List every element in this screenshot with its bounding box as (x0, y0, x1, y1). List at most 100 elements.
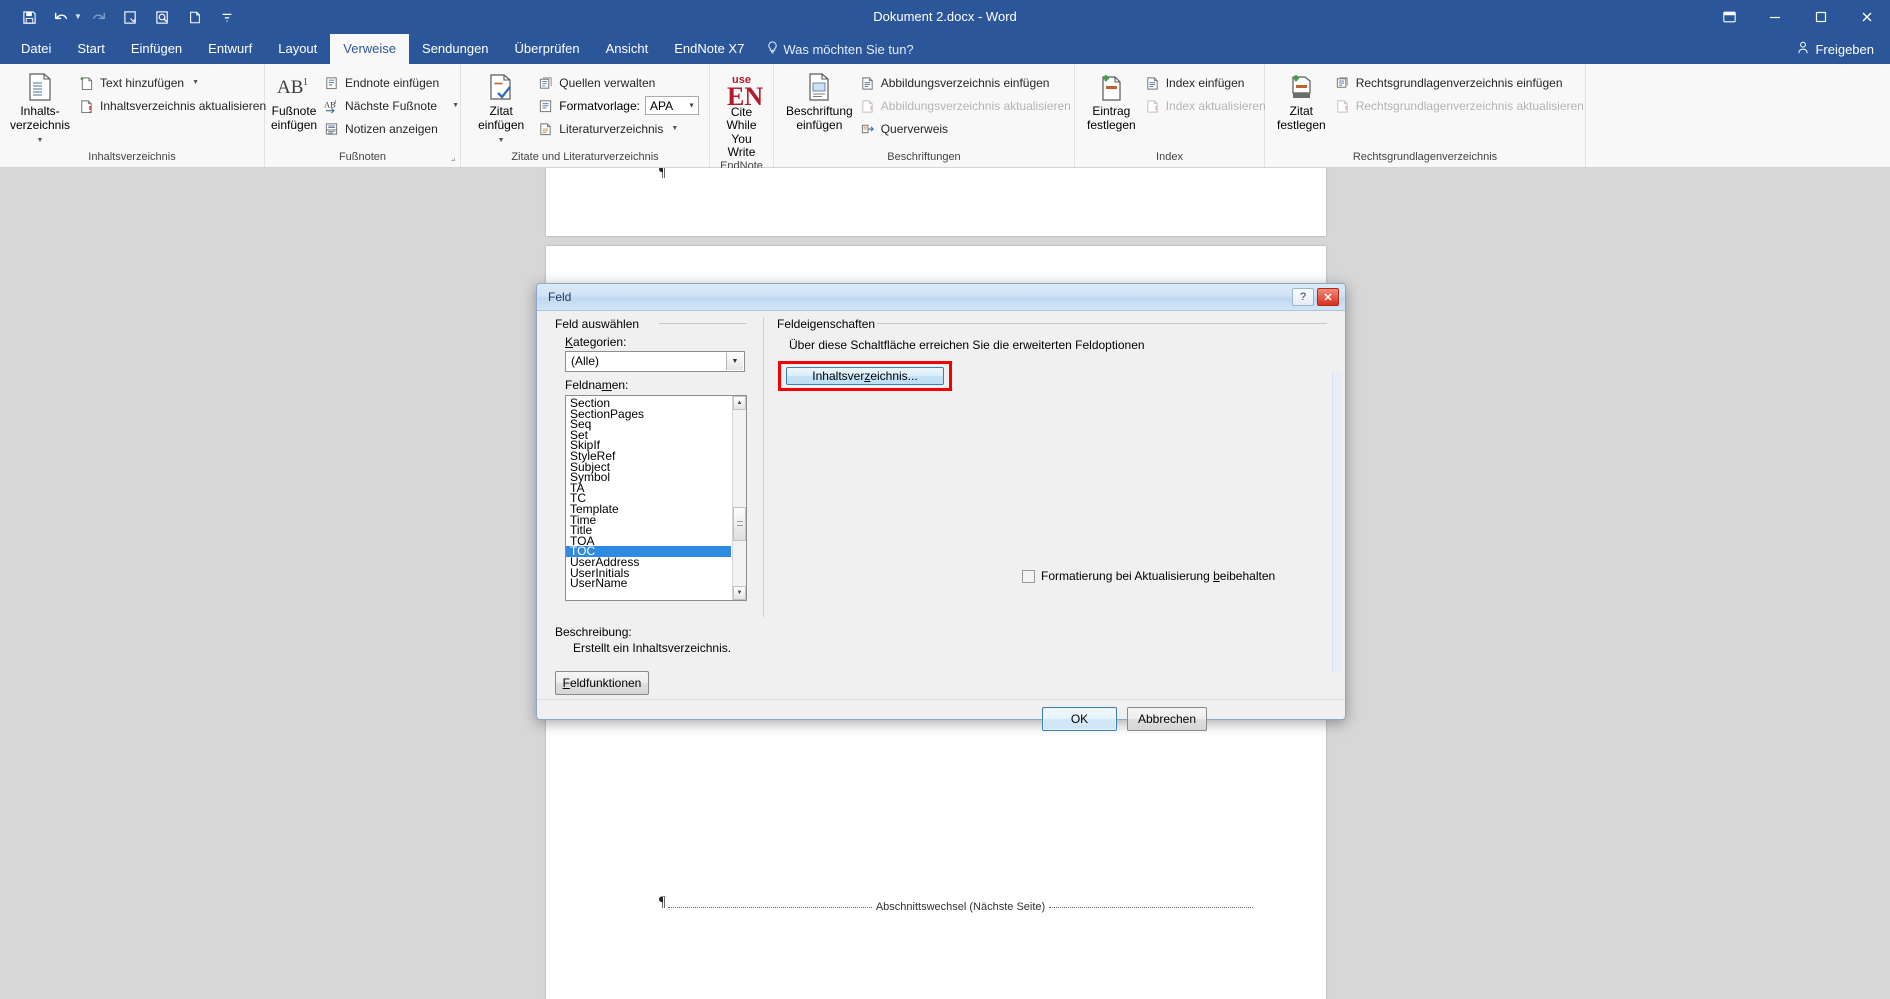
add-text-label: Text hinzufügen (100, 75, 185, 90)
bibliography-caret-icon[interactable]: ▼ (671, 125, 678, 132)
add-text-caret-icon[interactable]: ▼ (192, 79, 199, 86)
show-notes-icon (323, 120, 340, 137)
group-label-index: Index (1156, 151, 1183, 163)
feld-dialog[interactable]: Feld ? ✕ Feld auswählen Kategorien: (All… (536, 283, 1346, 731)
ok-button[interactable]: OK (1042, 707, 1117, 731)
quick-access-toolbar: ▼ (0, 4, 242, 30)
group-label-rechtsgrundlagen: Rechtsgrundlagenverzeichnis (1352, 151, 1498, 163)
tab-ansicht[interactable]: Ansicht (593, 34, 662, 64)
insert-table-of-figures-button[interactable]: Abbildungsverzeichnis einfügen (855, 71, 1075, 94)
insert-caption-button[interactable]: Beschriftung einfügen (786, 68, 853, 132)
insert-footnote-button[interactable]: AB 1 Fußnote einfügen (271, 68, 317, 132)
minimize-button[interactable] (1752, 0, 1798, 34)
cancel-label: Abbrechen (1137, 712, 1197, 726)
dialog-help-button[interactable]: ? (1292, 288, 1314, 306)
window-controls (1706, 0, 1890, 34)
undo-icon[interactable] (46, 4, 76, 30)
dialog-title-bar[interactable]: Feld ? ✕ (537, 284, 1345, 311)
tab-endnote-x7[interactable]: EndNote X7 (661, 34, 757, 64)
tab-einfuegen[interactable]: Einfügen (118, 34, 195, 64)
bibliography-icon (537, 120, 554, 137)
insert-endnote-label: Endnote einfügen (345, 75, 440, 90)
list-item[interactable]: TA (566, 482, 731, 494)
insert-footnote-label-1: Fußnote (271, 104, 317, 118)
style-combobox[interactable]: APA ▼ (645, 96, 699, 115)
style-row: Formatvorlage: APA ▼ (533, 94, 703, 117)
fieldnames-scrollbar[interactable]: ▲ ▼ (732, 396, 746, 600)
new-document-icon[interactable] (180, 4, 210, 30)
scroll-thumb[interactable] (733, 506, 746, 541)
caption-small-commands: Abbildungsverzeichnis einfügen Abbildung… (855, 68, 1075, 140)
insert-index-button[interactable]: Index einfügen (1140, 71, 1270, 94)
mark-citation-button[interactable]: Zitat festlegen (1277, 68, 1326, 132)
next-footnote-caret-icon[interactable]: ▼ (452, 102, 459, 109)
cite-while-you-write-button[interactable]: use EN Cite While You Write (716, 68, 767, 159)
next-footnote-button[interactable]: AB 1 Nächste Fußnote ▼ (319, 94, 463, 117)
insert-caption-label-2: einfügen (796, 118, 843, 132)
insert-table-of-authorities-button[interactable]: Rechtsgrundlagenverzeichnis einfügen (1330, 71, 1588, 94)
update-toc-button[interactable]: Inhaltsverzeichnis aktualisieren (74, 94, 270, 117)
bibliography-button[interactable]: Literaturverzeichnis ▼ (533, 117, 703, 140)
dialog-close-button[interactable]: ✕ (1317, 288, 1339, 306)
tab-entwurf[interactable]: Entwurf (195, 34, 265, 64)
style-icon (537, 97, 554, 114)
person-icon (1797, 41, 1809, 57)
fussnoten-dialog-launcher-icon[interactable]: ⟓ (451, 151, 455, 166)
field-codes-button[interactable]: Feldfunktionen (555, 671, 649, 695)
list-item[interactable]: Seq (566, 418, 731, 430)
toc-button[interactable]: Inhalts- verzeichnis ▼ (10, 68, 70, 147)
preserve-formatting-row[interactable]: Formatierung bei Aktualisierung beibehal… (1022, 569, 1275, 583)
section-break: Abschnittswechsel (Nächste Seite) (668, 901, 1254, 913)
style-value: APA (650, 98, 674, 113)
list-item[interactable]: Symbol (566, 471, 731, 483)
tab-datei[interactable]: Datei (8, 34, 64, 64)
left-group-header: Feld auswählen (555, 317, 640, 331)
redo-icon[interactable] (84, 4, 114, 30)
document-page-1[interactable]: ¶ (546, 168, 1326, 236)
categories-chevron-down-icon[interactable]: ▼ (726, 353, 743, 370)
print-preview-zoom-icon[interactable] (148, 4, 178, 30)
list-item[interactable]: UserName (566, 577, 731, 589)
show-notes-button[interactable]: Notizen anzeigen (319, 117, 463, 140)
add-text-button[interactable]: Text hinzufügen ▼ (74, 71, 270, 94)
tab-verweise[interactable]: Verweise (330, 34, 410, 64)
share-label: Freigeben (1815, 41, 1874, 57)
customize-qat-icon[interactable] (212, 4, 242, 30)
footnote-ab-icon: AB 1 (274, 70, 314, 104)
save-icon[interactable] (14, 4, 44, 30)
fieldnames-listbox[interactable]: Section SectionPages Seq Set SkipIf StyleRef S… (565, 395, 747, 601)
close-button[interactable] (1844, 0, 1890, 34)
scroll-up-button[interactable]: ▲ (733, 396, 746, 410)
tab-sendungen[interactable]: Sendungen (409, 34, 502, 64)
preserve-formatting-checkbox[interactable] (1022, 569, 1035, 583)
toc-options-button[interactable]: Inhaltsverzeichnis... (786, 367, 944, 385)
undo-dropdown-icon[interactable]: ▼ (74, 13, 82, 21)
next-footnote-icon: AB 1 (323, 97, 340, 114)
categories-dropdown[interactable]: (Alle) ▼ (565, 351, 745, 372)
update-index-icon (1144, 97, 1161, 114)
mark-entry-button[interactable]: Eintrag festlegen (1087, 68, 1136, 132)
next-footnote-label: Nächste Fußnote (345, 98, 438, 113)
scroll-down-button[interactable]: ▼ (733, 586, 746, 600)
share-button[interactable]: Freigeben (1781, 34, 1890, 64)
tab-start[interactable]: Start (64, 34, 117, 64)
update-toc-label: Inhaltsverzeichnis aktualisieren (100, 98, 267, 113)
maximize-button[interactable] (1798, 0, 1844, 34)
ribbon-display-options-icon[interactable] (1706, 0, 1752, 34)
mark-entry-icon (1097, 70, 1125, 104)
insert-citation-button[interactable]: Zitat einfügen ▼ (473, 68, 529, 147)
insert-footnote-label-2: einfügen (271, 118, 318, 132)
print-preview-icon[interactable] (116, 4, 146, 30)
tab-layout[interactable]: Layout (265, 34, 330, 64)
cross-reference-button[interactable]: Querverweis (855, 117, 1075, 140)
manage-sources-button[interactable]: Quellen verwalten (533, 71, 703, 94)
cancel-button[interactable]: Abbrechen (1127, 707, 1207, 731)
group-label-fussnoten: Fußnoten ⟓ (265, 150, 460, 167)
tell-me-box[interactable]: Was möchten Sie tun? (757, 34, 923, 64)
insert-index-label: Index einfügen (1165, 75, 1245, 90)
tab-ueberpruefen[interactable]: Überprüfen (502, 34, 593, 64)
insert-endnote-button[interactable]: Endnote einfügen (319, 71, 463, 94)
scroll-track[interactable] (733, 410, 746, 586)
footnote-small-commands: Endnote einfügen AB 1 Nächste Fußnote ▼ N… (319, 68, 463, 140)
endnote-logo-icon: use EN (719, 70, 765, 108)
